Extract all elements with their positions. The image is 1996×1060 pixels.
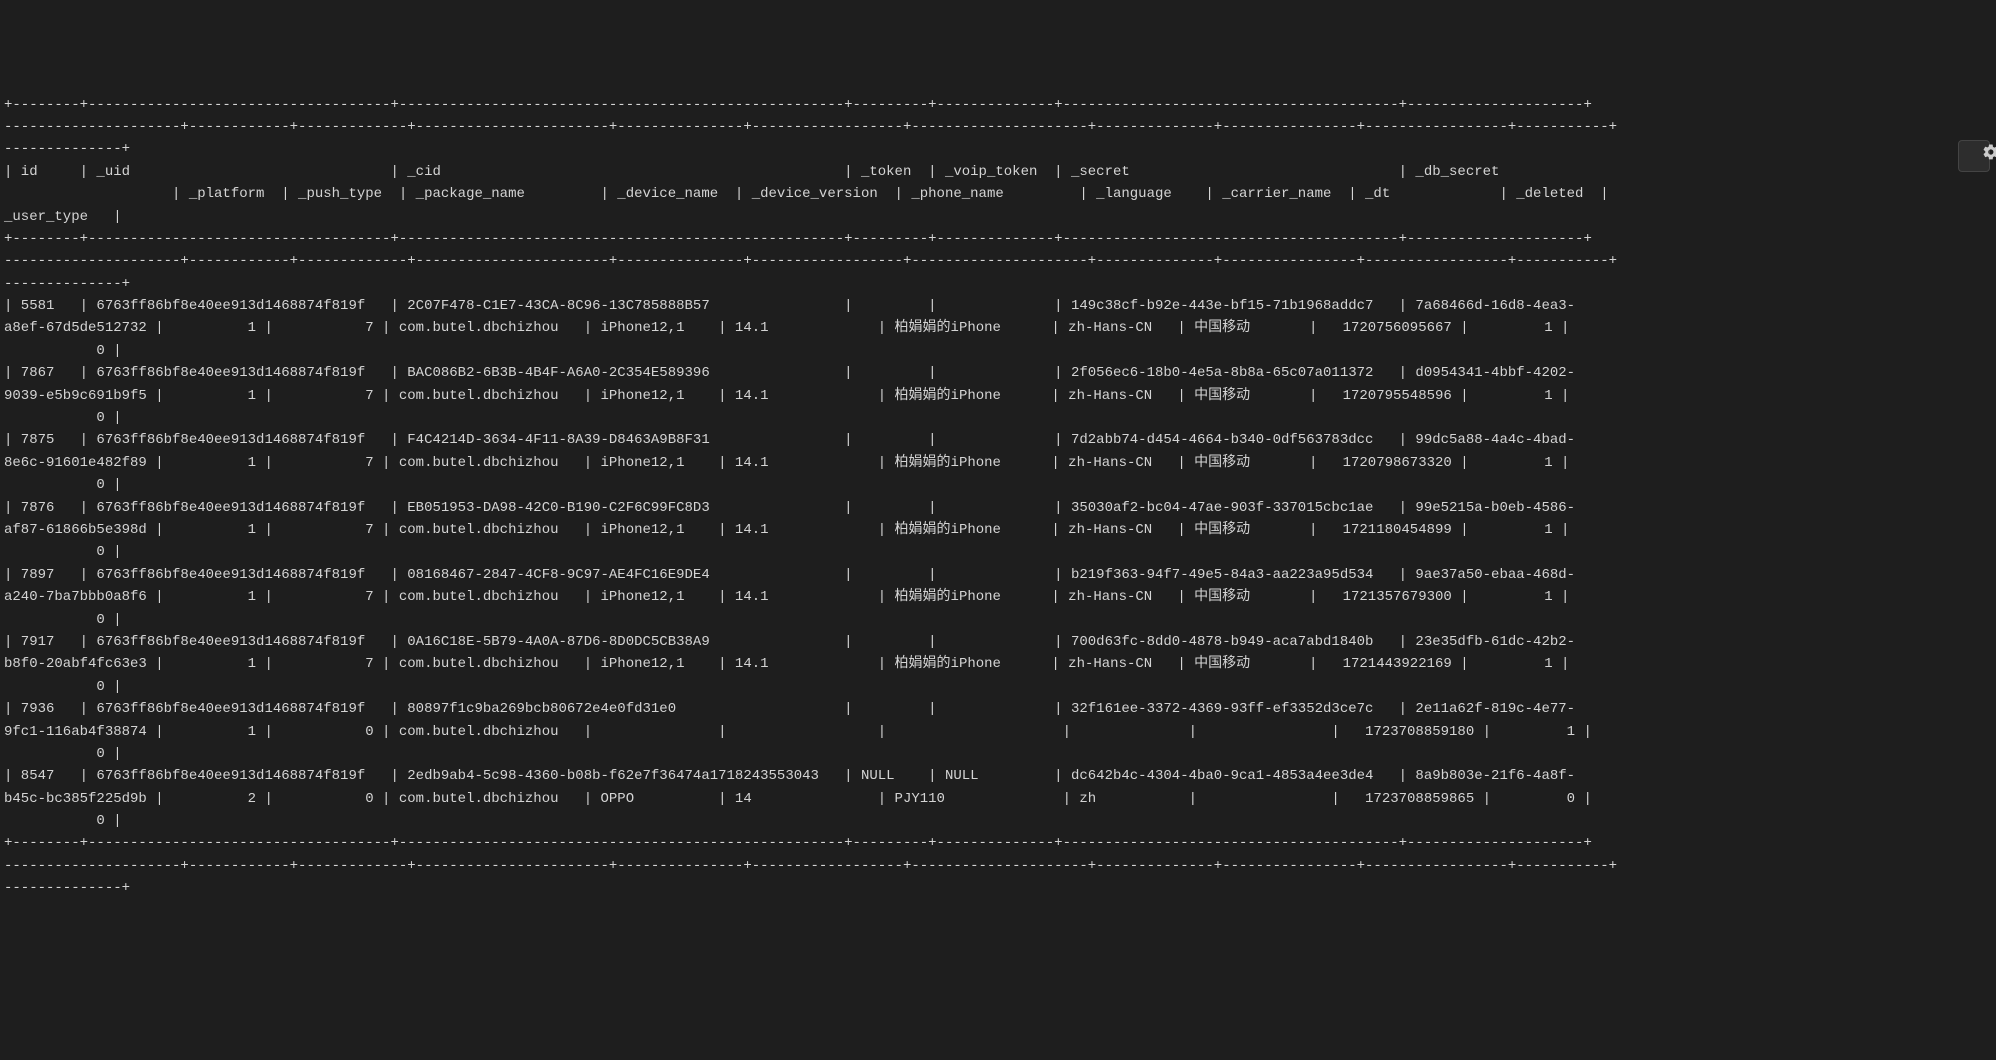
terminal-output: +--------+------------------------------… xyxy=(4,94,1992,900)
gear-icon xyxy=(1948,120,1996,191)
settings-button[interactable] xyxy=(1958,140,1990,172)
